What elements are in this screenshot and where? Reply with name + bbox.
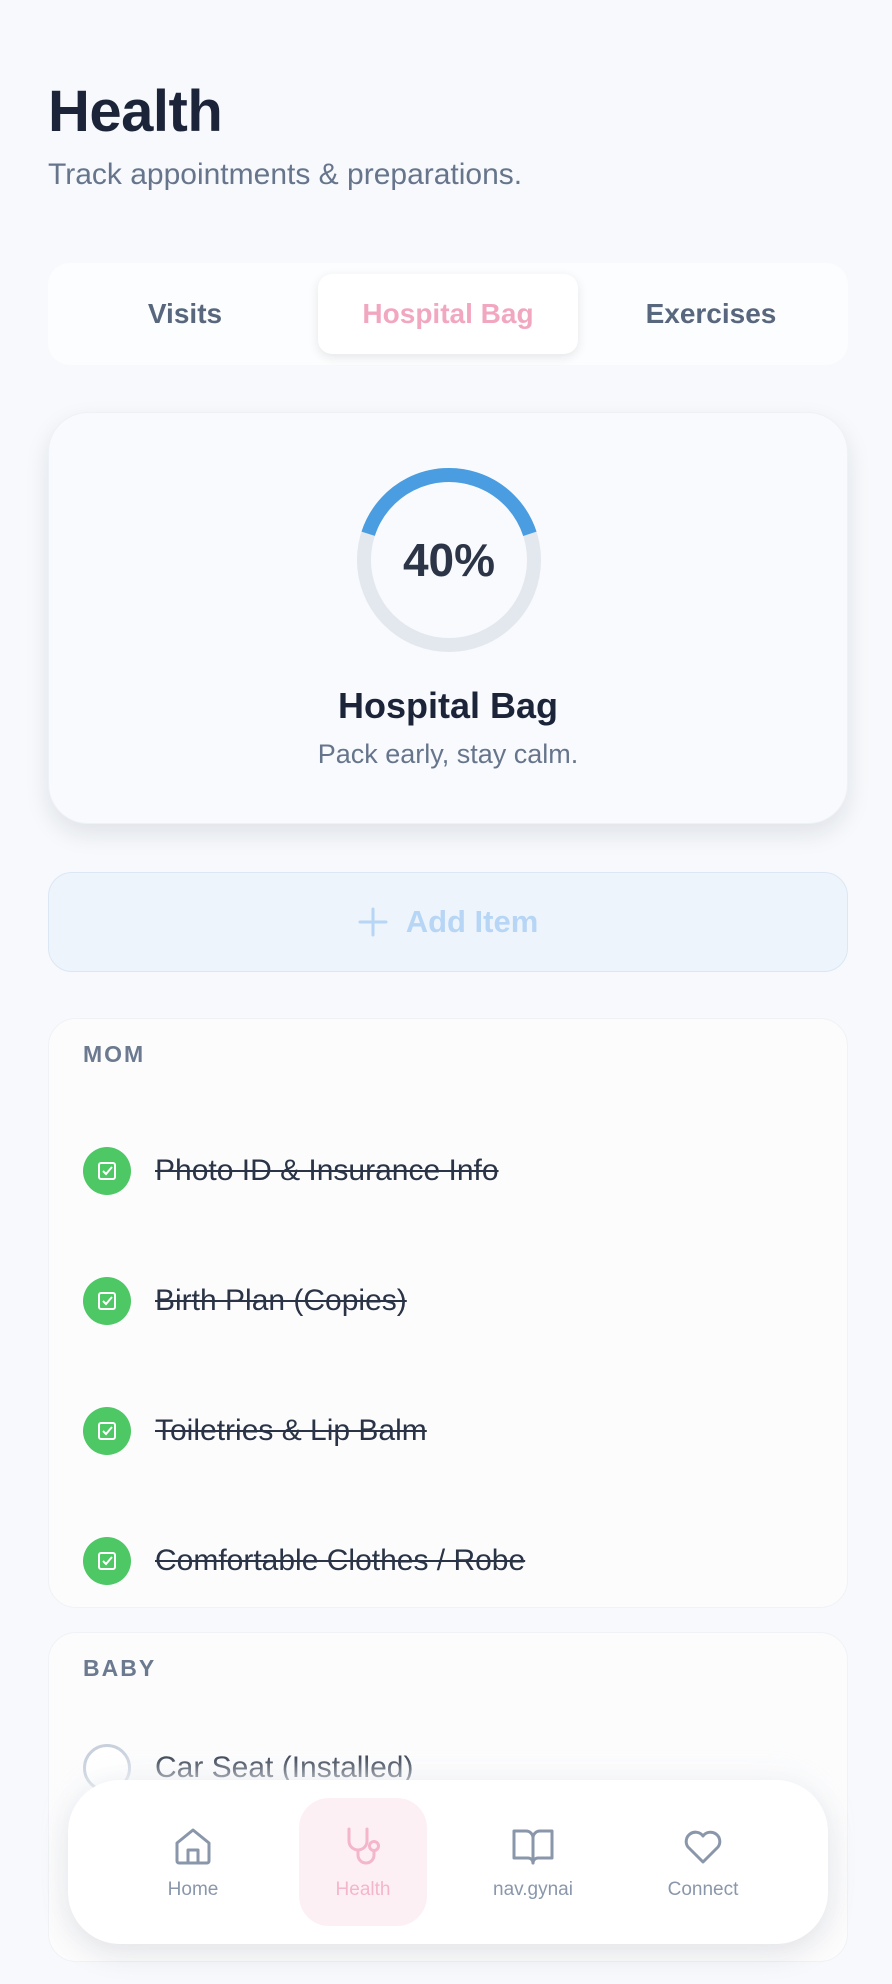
item-label: Toiletries & Lip Balm xyxy=(155,1414,427,1447)
nav-item-health[interactable]: Health xyxy=(299,1798,427,1926)
progress-title: Hospital Bag xyxy=(337,685,559,726)
segmented-tabs: Visits Hospital Bag Exercises xyxy=(48,263,848,365)
section-heading-baby: BABY xyxy=(83,1655,157,1681)
home-icon xyxy=(175,1828,211,1865)
checked-icon[interactable] xyxy=(83,1147,131,1195)
section-mom: MOM Photo ID & Insurance Info Birth Plan… xyxy=(48,1018,848,1608)
progress-subtitle: Pack early, stay calm. xyxy=(317,739,579,769)
checked-icon[interactable] xyxy=(83,1407,131,1455)
plus-icon xyxy=(358,907,388,937)
tab-exercises[interactable]: Exercises xyxy=(582,274,840,354)
bottom-nav: Home Health nav.gynai Connect xyxy=(68,1780,828,1944)
tab-hospital-bag[interactable]: Hospital Bag xyxy=(318,274,578,354)
section-heading-mom: MOM xyxy=(83,1041,146,1067)
stethoscope-icon xyxy=(347,1827,380,1865)
nav-item-gynai[interactable]: nav.gynai xyxy=(469,1798,597,1926)
list-item[interactable]: Comfortable Clothes / Robe xyxy=(83,1526,813,1596)
nav-label-gynai: nav.gynai xyxy=(493,1879,573,1900)
checked-icon[interactable] xyxy=(83,1277,131,1325)
item-label: Photo ID & Insurance Info xyxy=(155,1154,499,1187)
progress-card: 40% Hospital Bag Pack early, stay calm. xyxy=(48,412,848,824)
nav-item-home[interactable]: Home xyxy=(129,1798,257,1926)
item-label: Comfortable Clothes / Robe xyxy=(155,1544,526,1577)
item-label: Birth Plan (Copies) xyxy=(155,1284,407,1317)
nav-label-health: Health xyxy=(335,1879,391,1900)
list-item[interactable]: Photo ID & Insurance Info xyxy=(83,1136,813,1206)
add-item-button[interactable]: Add Item xyxy=(48,872,848,972)
list-item[interactable]: Birth Plan (Copies) xyxy=(83,1266,813,1336)
tab-visits[interactable]: Visits xyxy=(56,274,314,354)
nav-label-home: Home xyxy=(167,1879,219,1900)
page-subtitle: Track appointments & preparations. xyxy=(48,158,523,191)
list-item[interactable]: Toiletries & Lip Balm xyxy=(83,1396,813,1466)
book-icon xyxy=(512,1829,554,1865)
page-title: Health xyxy=(48,79,223,144)
heart-icon xyxy=(684,1830,722,1864)
nav-label-connect: Connect xyxy=(667,1879,739,1900)
add-item-label: Add Item xyxy=(405,904,539,939)
nav-item-connect[interactable]: Connect xyxy=(639,1798,767,1926)
checked-icon[interactable] xyxy=(83,1537,131,1585)
progress-percent: 40% xyxy=(402,534,496,586)
health-screen: Health Track appointments & preparations… xyxy=(0,0,892,1984)
